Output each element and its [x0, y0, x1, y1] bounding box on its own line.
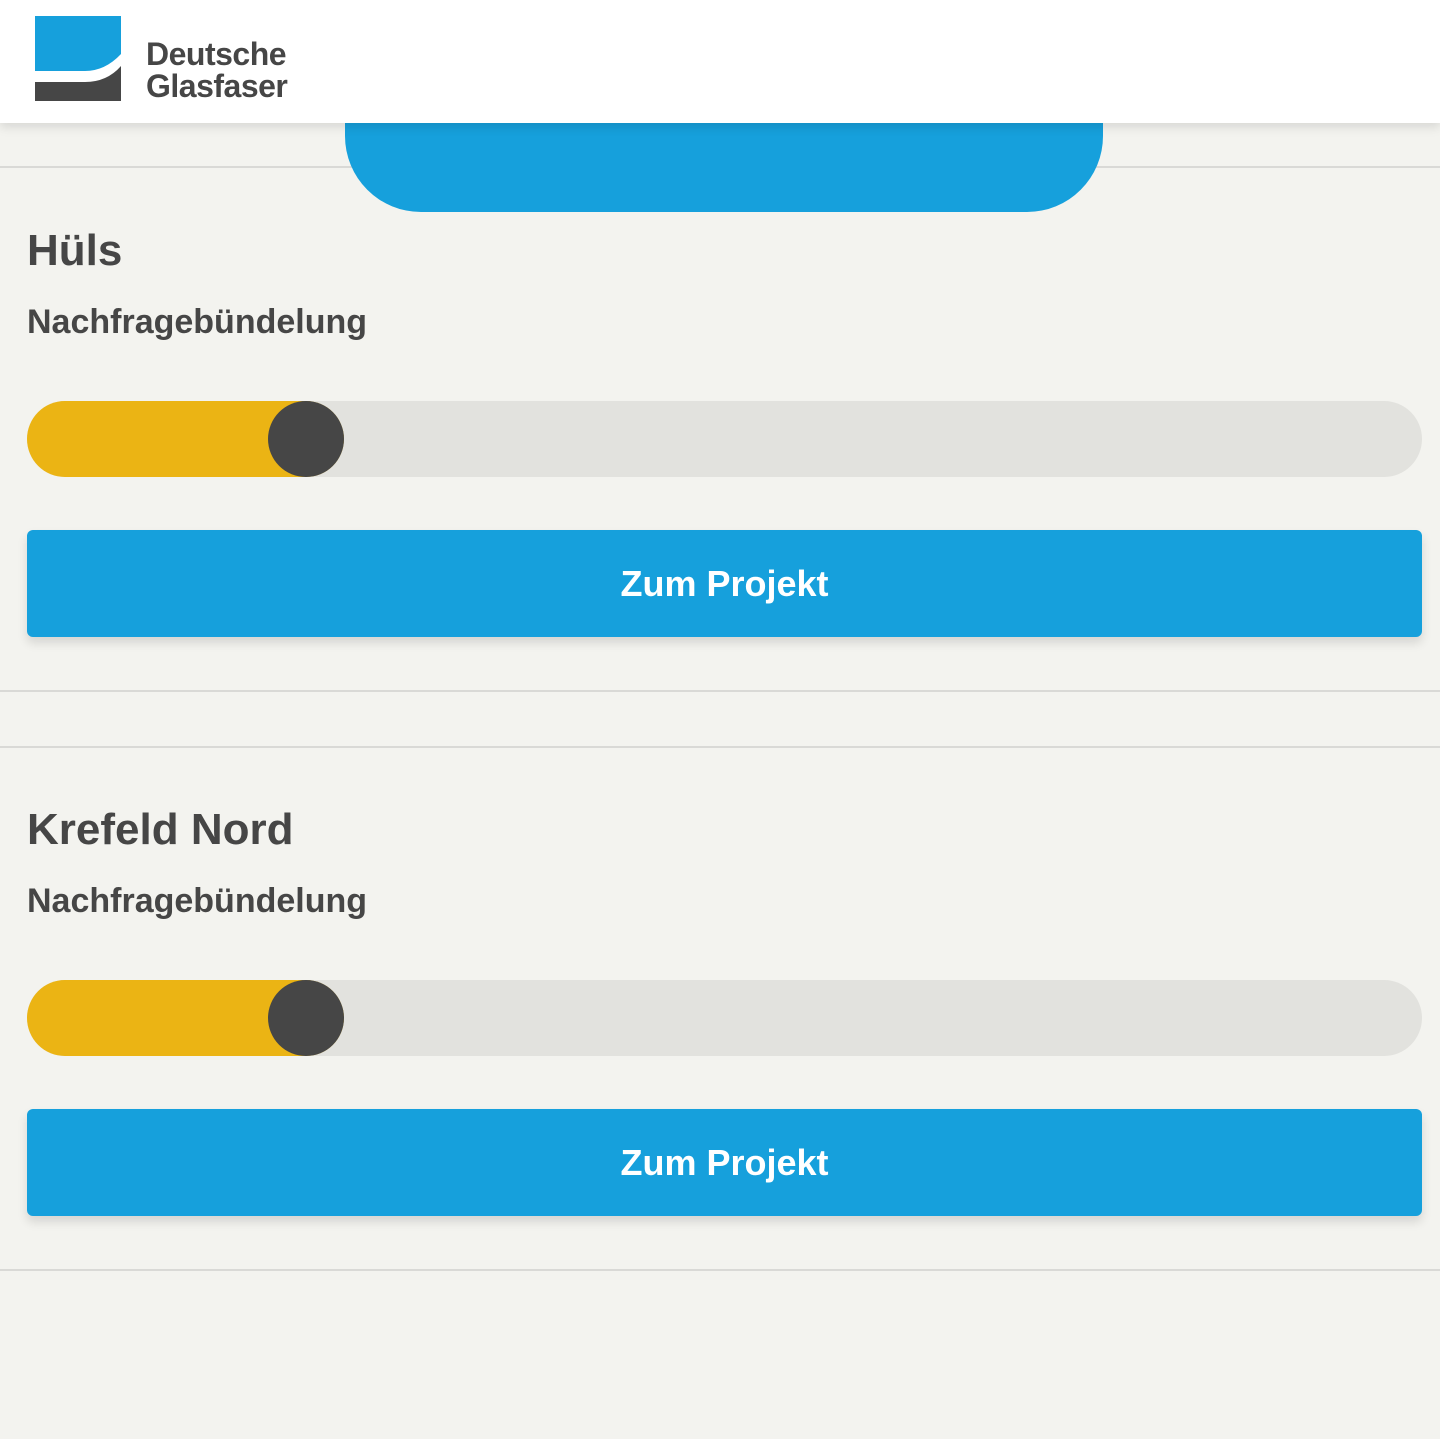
- project-title: Krefeld Nord: [27, 805, 294, 854]
- divider: [0, 746, 1440, 748]
- progress-knob: [268, 401, 344, 477]
- divider: [0, 690, 1440, 692]
- brand-line-2: Glasfaser: [146, 68, 288, 104]
- deutsche-glasfaser-logo-icon[interactable]: [35, 16, 121, 101]
- progress-knob: [268, 980, 344, 1056]
- project-status: Nachfragebündelung: [27, 303, 368, 341]
- brand-wordmark[interactable]: Deutsche Glasfaser: [146, 36, 288, 104]
- progress-track: [27, 980, 1422, 1056]
- zum-projekt-button[interactable]: Zum Projekt: [27, 1109, 1422, 1216]
- zum-projekt-button[interactable]: Zum Projekt: [27, 530, 1422, 637]
- project-status: Nachfragebündelung: [27, 882, 368, 920]
- progress-track: [27, 401, 1422, 477]
- project-title: Hüls: [27, 226, 123, 275]
- divider: [0, 1269, 1440, 1271]
- brand-line-1: Deutsche: [146, 36, 287, 72]
- site-header: Deutsche Glasfaser: [0, 0, 1440, 123]
